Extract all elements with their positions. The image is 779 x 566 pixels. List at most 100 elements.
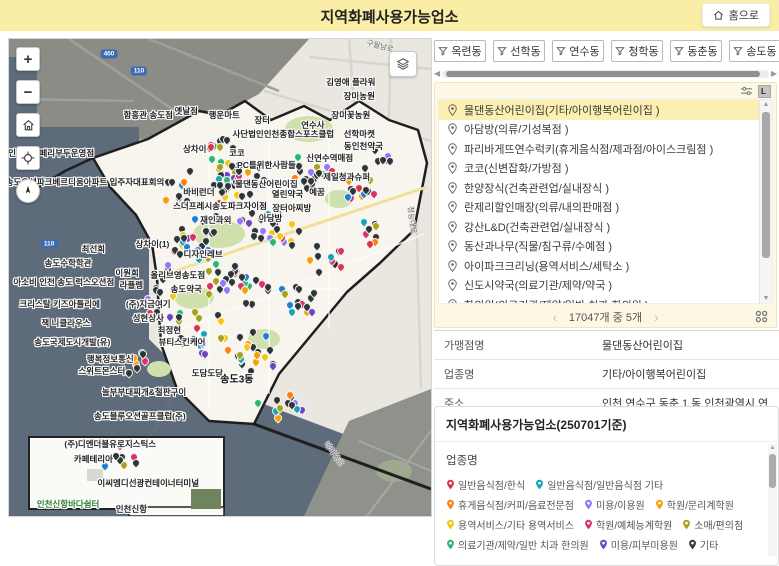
legend-item-label: 용역서비스/기타 용역서비스 <box>458 517 574 532</box>
district-tab[interactable]: 청학동 <box>611 40 663 62</box>
list-item-label: 물댄동산어린이집(기타/아이행복어린이집 ) <box>464 102 660 118</box>
legend-scrollbar[interactable]: ▲ <box>768 444 777 556</box>
map-pin[interactable] <box>184 165 195 176</box>
filter-settings-icon[interactable] <box>740 86 753 97</box>
legend-item-label: 학원/문리계학원 <box>667 497 734 512</box>
next-page-icon[interactable]: › <box>654 310 658 325</box>
map-place-label: 이원희 <box>115 267 138 279</box>
district-tab[interactable]: 연수동 <box>552 40 604 62</box>
map-place-label: 선학마켓 <box>344 128 375 140</box>
scroll-down-icon[interactable]: ▼ <box>760 295 772 302</box>
map-place-label: 송도약국 <box>171 283 202 295</box>
legend-item: 일반음식점/한식 <box>446 477 525 492</box>
map-place-label: (주)지금여기 <box>126 298 171 310</box>
map-pin[interactable] <box>244 189 255 200</box>
list-item[interactable]: 아담방(의류/기성복점 ) <box>439 120 760 140</box>
list-item[interactable]: 강산L&D(건축관련업/실내장식 ) <box>439 217 760 237</box>
map-pin[interactable] <box>314 266 325 277</box>
map-overlay: 400110110구월남로청능대로바다쪽로함흥관 송도점옛날점행운마트장터연수사… <box>9 39 431 516</box>
legend-item-label: 소매/편의점 <box>694 517 743 532</box>
detail-row: 업종명 기타/아이행복어린이집 <box>434 360 779 389</box>
locate-button[interactable] <box>16 146 40 170</box>
compass-button[interactable] <box>16 179 40 203</box>
pin-icon <box>448 260 457 272</box>
map-pin[interactable] <box>311 241 322 252</box>
legend-scroll-thumb[interactable] <box>769 454 776 488</box>
map-place-label: 이씨엠디선광컨테이너터미널 <box>97 477 199 489</box>
map-pin[interactable] <box>247 326 258 337</box>
pin-icon <box>448 104 457 116</box>
map-pin[interactable] <box>203 288 214 299</box>
list-item[interactable]: 아이파크크리닝(용역서비스/세탁소 ) <box>439 256 760 276</box>
legend-item-label: 휴게음식점/커피/음료전문점 <box>458 497 574 512</box>
map-home-button[interactable] <box>16 113 40 137</box>
list-item[interactable]: 코코(신변잡화/가방점 ) <box>439 159 760 179</box>
list-item[interactable]: 파리바게뜨연수럭키(휴게음식점/제과점/아이스크림점 ) <box>439 139 760 159</box>
district-tab[interactable]: 선학동 <box>493 40 545 62</box>
map-pin[interactable] <box>252 397 263 408</box>
prev-page-icon[interactable]: ‹ <box>553 310 557 325</box>
list-item-label: 한양장식(건축관련업/실내장식 ) <box>464 180 609 196</box>
map-pin[interactable] <box>155 287 166 298</box>
map-canvas[interactable]: 400110110구월남로청능대로바다쪽로함흥관 송도점옛날점행운마트장터연수사… <box>8 38 432 517</box>
scroll-up-icon[interactable]: ▲ <box>760 101 772 108</box>
zoom-in-button[interactable]: + <box>16 47 40 71</box>
list-item[interactable]: 신도시약국(의료기관/제약/약국 ) <box>439 276 760 296</box>
scroll-left-icon[interactable]: ◀ <box>434 70 440 78</box>
map-pin[interactable] <box>260 331 271 342</box>
crosshair-icon <box>21 151 35 165</box>
list-item[interactable]: 한양장식(건축관련업/실내장식 ) <box>439 178 760 198</box>
legend-item-label: 미용/이용원 <box>596 497 645 512</box>
map-place-label: 김영애 플라워 <box>326 76 375 88</box>
map-pin[interactable] <box>222 344 233 355</box>
legend-scroll-up-icon[interactable]: ▲ <box>768 445 777 451</box>
district-tab-label: 청학동 <box>628 43 658 59</box>
legend-pin-icon <box>688 539 697 550</box>
map-place-label: 크리스탈 키즈아틀리에 <box>19 298 100 310</box>
filter-funnel-icon <box>438 46 448 56</box>
app-header: 지역화폐사용가능업소 홈으로 <box>0 0 779 31</box>
zoom-out-button[interactable]: − <box>16 80 40 104</box>
detail-value: 물댄동산어린이집 <box>602 331 779 359</box>
list-item[interactable]: 물댄동산어린이집(기타/아이행복어린이집 ) <box>439 100 760 120</box>
map-place-label: (주)디엔더블유로지스틱스 <box>64 438 156 450</box>
legend-pin-icon <box>446 519 455 530</box>
pin-icon <box>448 221 457 233</box>
map-place-label: 함흥관 송도점 <box>124 109 173 121</box>
vscroll-thumb[interactable] <box>762 112 770 258</box>
legend-item: 학원/예체능계학원 <box>584 517 672 532</box>
legend-item: 미용/이용원 <box>584 497 645 512</box>
legend-card: 지역화폐사용가능업소(250701기준) 업종명 일반음식점/한식 <box>434 406 779 566</box>
legend-item-label: 기타 <box>700 537 718 552</box>
legend-pin-icon <box>446 499 455 510</box>
pin-icon <box>448 182 457 194</box>
district-tab[interactable]: 송도동 <box>729 40 779 62</box>
expand-corner-button[interactable]: L <box>758 85 771 98</box>
district-tab[interactable]: 옥련동 <box>434 40 486 62</box>
business-list: 물댄동산어린이집(기타/아이행복어린이집 ) 아담방(의류/기성복점 ) <box>438 99 773 304</box>
list-item[interactable]: 한의원(의료기관/제약/일반 치과 한의원 ) <box>439 295 760 304</box>
list-item-label: 강산L&D(건축관련업/실내장식 ) <box>464 219 610 235</box>
home-button[interactable]: 홈으로 <box>702 3 770 27</box>
map-pin[interactable] <box>280 289 291 300</box>
scroll-right-icon[interactable]: ▶ <box>771 70 777 78</box>
map-pin[interactable] <box>287 240 298 251</box>
map-pin[interactable] <box>336 261 347 272</box>
list-scrollbar[interactable]: ▲ ▼ <box>759 100 772 303</box>
horizontal-scrollbar[interactable]: ◀ ▶ <box>434 69 777 79</box>
hscroll-track[interactable] <box>442 70 769 78</box>
layers-button[interactable] <box>389 51 417 77</box>
map-pin[interactable] <box>160 194 171 205</box>
map-place-label: 송도수학학관 <box>45 257 92 269</box>
grid-dots-icon[interactable] <box>754 309 769 324</box>
map-place-label: 행복정보통신 <box>87 353 134 365</box>
district-tab[interactable]: 동춘동 <box>670 40 722 62</box>
filter-funnel-icon <box>556 46 566 56</box>
legend-pin-icon <box>599 539 608 550</box>
map-place-label: 스더프레시송도파크자이점 <box>173 200 267 212</box>
list-item[interactable]: 동산과나무(직물/침구류/수예점 ) <box>439 237 760 257</box>
list-item[interactable]: 란제리할인매장(의류/내의판매점 ) <box>439 198 760 218</box>
hscroll-thumb[interactable] <box>446 71 760 77</box>
map-place-label: 최선희 <box>82 243 105 255</box>
legend-item: 학원/문리계학원 <box>655 497 734 512</box>
